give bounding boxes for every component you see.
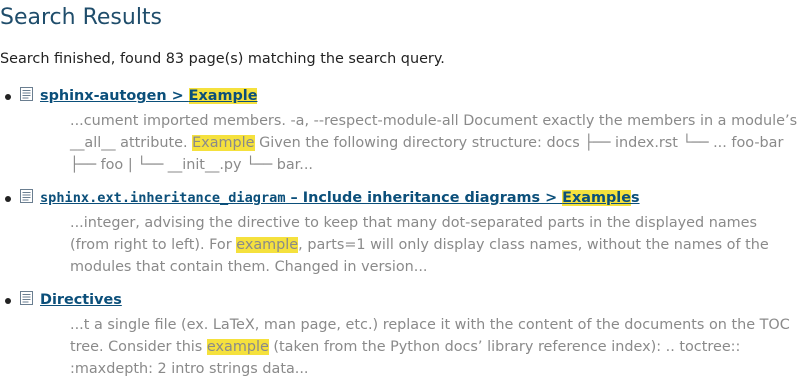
document-icon [20,87,33,101]
result-link-code: sphinx.ext.inheritance_diagram [40,190,286,206]
result-context: ...cument imported members. -a, --respec… [70,110,800,176]
search-results-page: { "page": { "title": "Search Results", "… [0,0,800,384]
search-result-item: sphinx.ext.inheritance_diagram – Include… [0,187,800,278]
result-link-suffix: s [630,190,640,206]
result-link-directives[interactable]: Directives [40,289,122,311]
result-link-inheritance-diagram[interactable]: sphinx.ext.inheritance_diagram – Include… [40,187,640,209]
bullet-icon [5,94,11,100]
result-link-highlight: Example [562,190,631,206]
search-status: Search finished, found 83 page(s) matchi… [0,51,445,67]
result-link-text: sphinx-autogen > [40,88,189,104]
result-context: ...t a single file (ex. LaTeX, man page,… [70,314,800,380]
search-result-item: Directives ...t a single file (ex. LaTeX… [0,289,800,380]
result-link-sphinx-autogen[interactable]: sphinx-autogen > Example [40,85,258,107]
result-context: ...integer, advising the directive to ke… [70,212,800,278]
result-link-text: – Include inheritance diagrams > [285,190,563,206]
result-link-text: Directives [40,292,122,308]
context-highlight: Example [192,135,255,151]
bullet-icon [5,196,11,202]
search-results-list: sphinx-autogen > Example ...cument impor… [0,85,800,391]
bullet-icon [5,298,11,304]
document-icon [20,189,33,203]
search-result-item: sphinx-autogen > Example ...cument impor… [0,85,800,176]
page-title: Search Results [0,5,163,30]
context-highlight: example [206,339,269,355]
context-highlight: example [236,237,299,253]
document-icon [20,291,33,305]
result-link-highlight: Example [188,88,258,104]
